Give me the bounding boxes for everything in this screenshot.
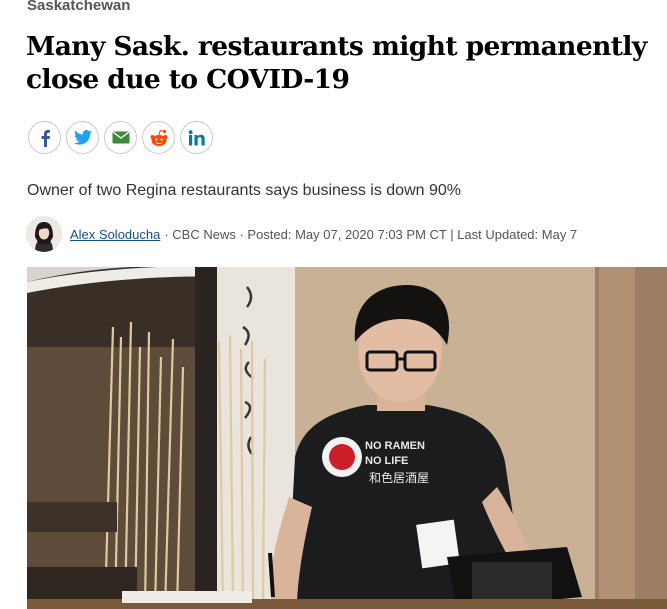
lead-photo: NO RAMEN NO LIFE 和色居酒屋 bbox=[27, 267, 667, 609]
author-avatar[interactable] bbox=[26, 216, 62, 252]
headline: Many Sask. restaurants might permanently… bbox=[26, 31, 647, 95]
reddit-icon bbox=[150, 129, 167, 146]
twitter-icon bbox=[73, 130, 92, 145]
shirt-text-line1: NO RAMEN bbox=[365, 440, 425, 452]
share-bar bbox=[28, 121, 213, 154]
linkedin-icon bbox=[188, 129, 205, 145]
email-icon bbox=[112, 131, 129, 144]
share-reddit-button[interactable] bbox=[142, 121, 175, 154]
shirt-text-line2: NO LIFE bbox=[365, 455, 408, 467]
share-email-button[interactable] bbox=[104, 121, 137, 154]
article-deck: Owner of two Regina restaurants says bus… bbox=[27, 182, 461, 199]
share-linkedin-button[interactable] bbox=[180, 121, 213, 154]
section-link[interactable]: Saskatchewan bbox=[27, 0, 130, 14]
author-link[interactable]: Alex Soloducha bbox=[70, 227, 160, 242]
shirt-text-cjk: 和色居酒屋 bbox=[369, 471, 429, 485]
share-twitter-button[interactable] bbox=[66, 121, 99, 154]
byline: Alex Soloducha · CBC News · Posted: May … bbox=[26, 216, 577, 252]
facebook-icon bbox=[41, 129, 50, 147]
byline-meta: · CBC News · Posted: May 07, 2020 7:03 P… bbox=[164, 226, 578, 242]
share-facebook-button[interactable] bbox=[28, 121, 61, 154]
